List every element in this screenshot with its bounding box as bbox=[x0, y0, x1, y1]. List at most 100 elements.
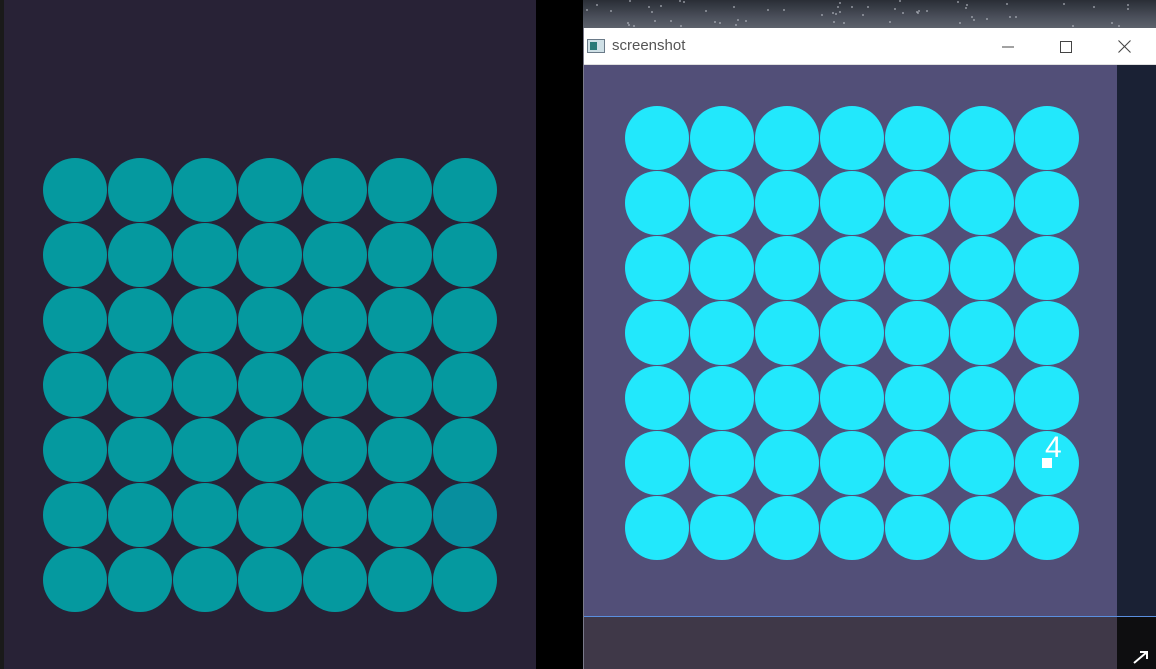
left-dot[interactable] bbox=[368, 483, 432, 547]
left-dot[interactable] bbox=[43, 158, 107, 222]
right-dot[interactable] bbox=[755, 366, 819, 430]
right-dot[interactable] bbox=[950, 431, 1014, 495]
right-dot[interactable] bbox=[820, 366, 884, 430]
right-dot[interactable] bbox=[755, 431, 819, 495]
right-dot[interactable] bbox=[950, 106, 1014, 170]
right-dot[interactable] bbox=[625, 171, 689, 235]
left-dot[interactable] bbox=[173, 353, 237, 417]
left-dot[interactable] bbox=[238, 223, 302, 287]
left-dot[interactable] bbox=[43, 353, 107, 417]
right-dot[interactable] bbox=[885, 301, 949, 365]
right-dot[interactable] bbox=[885, 236, 949, 300]
right-dot[interactable] bbox=[885, 106, 949, 170]
left-dot[interactable] bbox=[43, 288, 107, 352]
left-dot[interactable] bbox=[368, 223, 432, 287]
left-dot[interactable] bbox=[173, 158, 237, 222]
left-dot[interactable] bbox=[43, 418, 107, 482]
right-dot[interactable] bbox=[755, 496, 819, 560]
left-dot[interactable] bbox=[238, 548, 302, 612]
left-dot[interactable] bbox=[433, 158, 497, 222]
left-dot[interactable] bbox=[238, 158, 302, 222]
right-dot[interactable] bbox=[1015, 236, 1079, 300]
right-dot[interactable] bbox=[820, 431, 884, 495]
left-dot[interactable] bbox=[43, 483, 107, 547]
left-dot[interactable] bbox=[303, 353, 367, 417]
left-dot[interactable] bbox=[303, 418, 367, 482]
left-dot[interactable] bbox=[43, 548, 107, 612]
left-dot[interactable] bbox=[108, 483, 172, 547]
left-dot[interactable] bbox=[173, 483, 237, 547]
window-resize-corner[interactable] bbox=[1117, 616, 1156, 669]
left-dot[interactable] bbox=[433, 288, 497, 352]
left-dot[interactable] bbox=[173, 288, 237, 352]
right-dot[interactable] bbox=[690, 431, 754, 495]
right-dot[interactable] bbox=[690, 171, 754, 235]
left-dot[interactable] bbox=[238, 418, 302, 482]
left-dot[interactable] bbox=[303, 483, 367, 547]
right-dot[interactable] bbox=[625, 431, 689, 495]
right-dot[interactable] bbox=[690, 301, 754, 365]
right-dot[interactable] bbox=[690, 366, 754, 430]
right-dot[interactable] bbox=[950, 301, 1014, 365]
minimize-button[interactable] bbox=[979, 28, 1037, 65]
right-dot[interactable] bbox=[885, 496, 949, 560]
close-button[interactable] bbox=[1095, 28, 1153, 65]
right-dot[interactable] bbox=[625, 301, 689, 365]
left-dot[interactable] bbox=[173, 548, 237, 612]
maximize-button[interactable] bbox=[1037, 28, 1095, 65]
right-dot[interactable] bbox=[950, 366, 1014, 430]
right-dot[interactable] bbox=[755, 236, 819, 300]
left-dot[interactable] bbox=[238, 353, 302, 417]
right-dot[interactable] bbox=[820, 301, 884, 365]
right-dot[interactable] bbox=[1015, 366, 1079, 430]
right-dot[interactable] bbox=[885, 171, 949, 235]
right-dot[interactable] bbox=[885, 431, 949, 495]
right-dot[interactable] bbox=[1015, 106, 1079, 170]
right-dot[interactable] bbox=[1015, 496, 1079, 560]
left-dot[interactable] bbox=[303, 223, 367, 287]
left-dot[interactable] bbox=[238, 288, 302, 352]
left-dot[interactable] bbox=[433, 548, 497, 612]
left-dot[interactable] bbox=[368, 158, 432, 222]
left-dot[interactable] bbox=[238, 483, 302, 547]
right-dot[interactable] bbox=[885, 366, 949, 430]
left-dot[interactable] bbox=[108, 223, 172, 287]
right-dot[interactable] bbox=[1015, 301, 1079, 365]
left-dot[interactable] bbox=[303, 548, 367, 612]
right-dot[interactable] bbox=[755, 301, 819, 365]
right-dot[interactable] bbox=[1015, 171, 1079, 235]
left-dot[interactable] bbox=[433, 353, 497, 417]
left-dot[interactable] bbox=[368, 353, 432, 417]
right-dot[interactable] bbox=[625, 106, 689, 170]
right-dot[interactable] bbox=[625, 496, 689, 560]
right-dot[interactable] bbox=[950, 171, 1014, 235]
left-dot[interactable] bbox=[108, 353, 172, 417]
right-dot[interactable] bbox=[820, 171, 884, 235]
left-dot[interactable] bbox=[303, 158, 367, 222]
left-dot[interactable] bbox=[43, 223, 107, 287]
left-dot[interactable] bbox=[108, 288, 172, 352]
right-dot[interactable] bbox=[690, 236, 754, 300]
right-dot[interactable] bbox=[950, 236, 1014, 300]
right-dot[interactable] bbox=[690, 106, 754, 170]
right-dot[interactable] bbox=[820, 236, 884, 300]
window-client-area[interactable]: 4 bbox=[584, 65, 1117, 616]
right-dot[interactable] bbox=[820, 496, 884, 560]
right-dot[interactable] bbox=[690, 496, 754, 560]
left-dot[interactable] bbox=[173, 418, 237, 482]
left-dot[interactable] bbox=[108, 548, 172, 612]
right-dot[interactable] bbox=[755, 106, 819, 170]
right-dot[interactable] bbox=[625, 366, 689, 430]
left-dot[interactable] bbox=[368, 548, 432, 612]
right-dot[interactable] bbox=[755, 171, 819, 235]
left-dot[interactable] bbox=[108, 418, 172, 482]
left-dot[interactable] bbox=[368, 418, 432, 482]
left-dot[interactable] bbox=[173, 223, 237, 287]
right-dot[interactable]: 4 bbox=[1015, 431, 1079, 495]
right-dot[interactable] bbox=[950, 496, 1014, 560]
left-dot[interactable] bbox=[433, 223, 497, 287]
left-dot[interactable] bbox=[108, 158, 172, 222]
left-dot[interactable] bbox=[368, 288, 432, 352]
left-dot[interactable] bbox=[433, 418, 497, 482]
right-dot[interactable] bbox=[820, 106, 884, 170]
